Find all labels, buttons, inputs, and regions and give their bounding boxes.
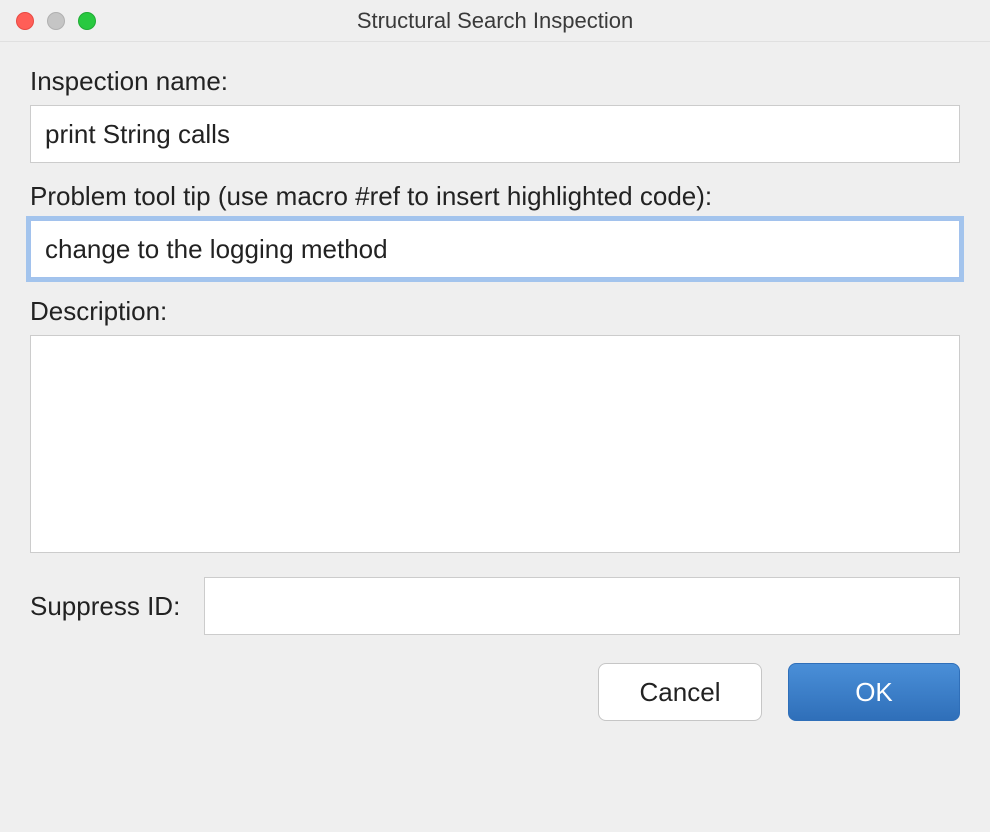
inspection-name-input[interactable]	[30, 105, 960, 163]
dialog-content: Inspection name: Problem tool tip (use m…	[0, 42, 990, 832]
problem-tooltip-input[interactable]	[30, 220, 960, 278]
suppress-id-label: Suppress ID:	[30, 591, 180, 622]
description-textarea[interactable]	[30, 335, 960, 553]
ok-button[interactable]: OK	[788, 663, 960, 721]
suppress-id-group: Suppress ID:	[30, 577, 960, 635]
close-icon[interactable]	[16, 12, 34, 30]
traffic-lights	[16, 12, 96, 30]
suppress-id-input[interactable]	[204, 577, 960, 635]
inspection-name-label: Inspection name:	[30, 66, 960, 97]
inspection-name-group: Inspection name:	[30, 66, 960, 163]
cancel-button[interactable]: Cancel	[598, 663, 762, 721]
maximize-icon[interactable]	[78, 12, 96, 30]
description-group: Description:	[30, 296, 960, 553]
problem-tooltip-label: Problem tool tip (use macro #ref to inse…	[30, 181, 960, 212]
window-title: Structural Search Inspection	[0, 8, 990, 34]
description-label: Description:	[30, 296, 960, 327]
dialog-window: Structural Search Inspection Inspection …	[0, 0, 990, 832]
problem-tooltip-group: Problem tool tip (use macro #ref to inse…	[30, 181, 960, 278]
button-row: Cancel OK	[30, 663, 960, 737]
titlebar: Structural Search Inspection	[0, 0, 990, 42]
minimize-icon[interactable]	[47, 12, 65, 30]
